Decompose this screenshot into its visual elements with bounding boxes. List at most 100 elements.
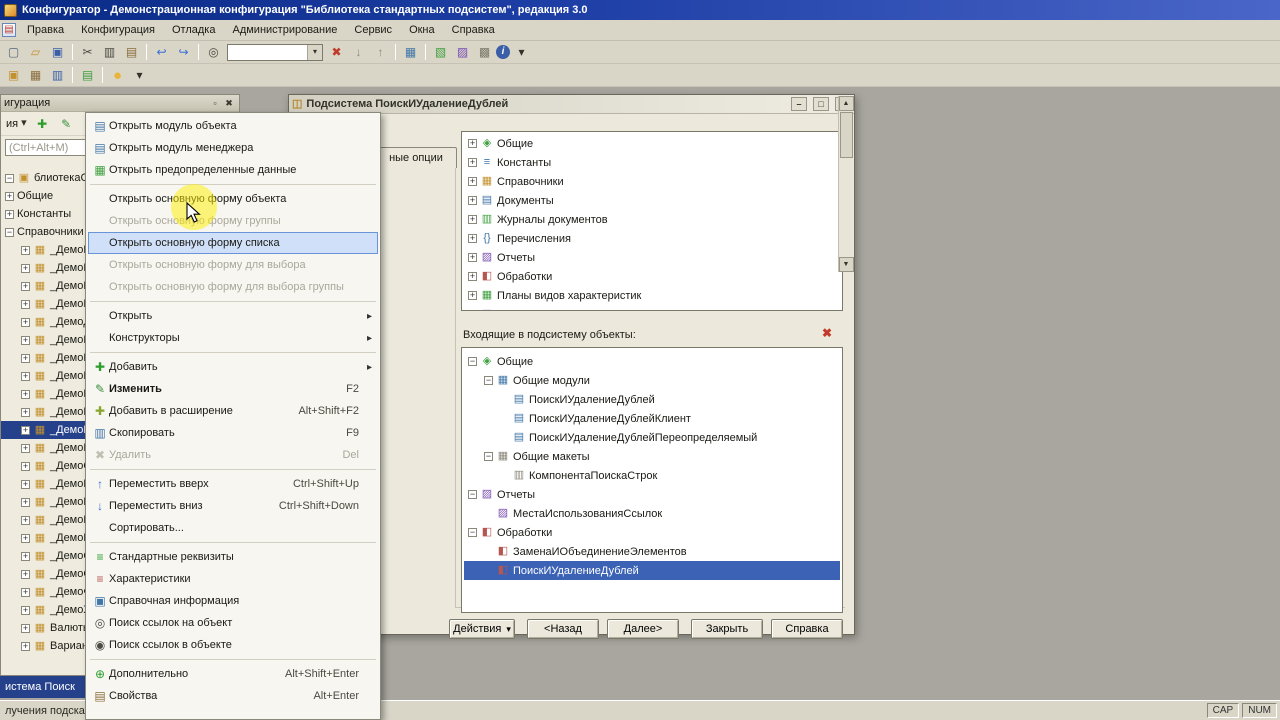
paste-icon[interactable]: ▤ [121, 43, 142, 62]
configuration-panel-header[interactable]: игурация ▫ ✖ [1, 95, 239, 112]
expander-icon[interactable]: + [21, 263, 30, 273]
menu-bar-item[interactable]: Отладка [164, 22, 223, 38]
save-icon[interactable]: ▣ [47, 43, 68, 62]
menu-bar-item[interactable]: Сервис [346, 22, 400, 38]
menu-item[interactable]: ✚ Добавить в расширение Alt+Shift+F2 [88, 400, 378, 422]
tree-row[interactable]: − ◈ Общие [464, 352, 840, 371]
menu-bar-item[interactable]: Справка [444, 22, 503, 38]
dialog-button[interactable]: Действия [449, 619, 515, 639]
panel-close-button[interactable]: ✖ [222, 97, 236, 110]
menu-item[interactable]: ▤ Открыть модуль менеджера [88, 137, 378, 159]
combo-caret-icon[interactable]: ▾ [307, 44, 322, 60]
menu-item[interactable]: ↑ Переместить вверх Ctrl+Shift+Up [88, 473, 378, 495]
panel-pin-button[interactable]: ▫ [208, 97, 222, 110]
expander-icon[interactable]: + [21, 623, 30, 633]
find-icon[interactable]: ◎ [203, 43, 224, 62]
expander-icon[interactable]: − [5, 173, 14, 183]
menu-item[interactable]: ≡ Стандартные реквизиты [88, 546, 378, 568]
expander-icon[interactable]: + [468, 253, 477, 262]
expander-icon[interactable]: − [468, 357, 477, 366]
menu-item[interactable]: Сортировать... [88, 517, 378, 539]
expander-icon[interactable]: + [21, 641, 30, 651]
expander-icon[interactable]: + [21, 605, 30, 615]
menu-item[interactable]: ▦ Открыть предопределенные данные [88, 159, 378, 181]
tree-row[interactable]: + ◧ Обработки [464, 267, 824, 286]
open-file-icon[interactable]: ▱ [25, 43, 46, 62]
expander-icon[interactable]: − [5, 227, 14, 237]
compare-configuration-icon[interactable]: ▥ [47, 66, 68, 85]
expander-icon[interactable]: + [21, 407, 30, 417]
new-file-icon[interactable]: ▢ [3, 43, 24, 62]
dialog-button[interactable]: <Назад [527, 619, 599, 639]
expander-icon[interactable]: + [468, 158, 477, 167]
tree-row[interactable]: − ◧ Обработки [464, 523, 840, 542]
menu-item[interactable]: ▤ Свойства Alt+Enter [88, 685, 378, 707]
menu-item[interactable]: ▤ Открыть модуль объекта [88, 115, 378, 137]
scroll-up-button[interactable]: ▲ [838, 96, 854, 111]
menu-item[interactable]: Открыть основную форму для выбора [88, 254, 378, 276]
scrollbar-thumb[interactable] [839, 112, 853, 158]
menu-item[interactable]: ✚ Добавить [88, 356, 378, 378]
expander-icon[interactable]: − [468, 528, 477, 537]
menu-bar-item[interactable]: Правка [19, 22, 72, 38]
expander-icon[interactable]: + [468, 215, 477, 224]
tree-row[interactable]: + {} Перечисления [464, 229, 824, 248]
tree-row[interactable]: ▤ ПоискИУдалениеДублейПереопределяемый [464, 428, 840, 447]
metadata-tree-scrollbar[interactable]: ▲ ▼ [838, 96, 854, 272]
expander-icon[interactable]: + [21, 551, 30, 561]
expander-icon[interactable]: + [468, 139, 477, 148]
expander-icon[interactable]: + [5, 209, 14, 219]
edit-object-button[interactable]: ✎ [56, 114, 77, 133]
tree-row[interactable]: − ▦ Общие модули [464, 371, 840, 390]
tree-row[interactable]: + ▤ Документы [464, 191, 824, 210]
tree-row[interactable]: ▨ МестаИспользованияСсылок [464, 504, 840, 523]
tree-row[interactable]: + ▦ Планы видов характеристик [464, 286, 824, 305]
expander-icon[interactable]: + [21, 299, 30, 309]
redo-icon[interactable]: ↪ [173, 43, 194, 62]
tree-row[interactable]: + ▨ Отчеты [464, 248, 824, 267]
menu-item[interactable]: Открыть основную форму для выбора группы [88, 276, 378, 298]
expander-icon[interactable]: + [21, 497, 30, 507]
remove-from-subsystem-button[interactable]: ✖ [819, 325, 835, 341]
expander-icon[interactable]: + [21, 443, 30, 453]
expander-icon[interactable]: + [21, 533, 30, 543]
copy-icon[interactable]: ▥ [99, 43, 120, 62]
menu-item[interactable]: ↓ Переместить вниз Ctrl+Shift+Down [88, 495, 378, 517]
menu-item[interactable]: Конструкторы [88, 327, 378, 349]
find-next-icon[interactable]: ↓ [348, 43, 369, 62]
menu-item[interactable]: ◎ Поиск ссылок на объект [88, 612, 378, 634]
scroll-down-button[interactable]: ▼ [838, 257, 854, 272]
show-navigation-icon[interactable]: ▦ [400, 43, 421, 62]
menu-item[interactable]: ▣ Справочная информация [88, 590, 378, 612]
expander-icon[interactable]: + [468, 291, 477, 300]
expander-icon[interactable]: + [21, 353, 30, 363]
expander-icon[interactable]: + [470, 310, 475, 311]
menu-item[interactable]: ▥ Скопировать F9 [88, 422, 378, 444]
expander-icon[interactable]: + [21, 461, 30, 471]
enterprise-dropdown-icon[interactable]: ▾ [129, 66, 150, 85]
expander-icon[interactable]: + [21, 569, 30, 579]
expander-icon[interactable]: + [21, 389, 30, 399]
tree-row[interactable]: + ◈ Общие [464, 134, 824, 153]
templates-icon[interactable]: ▨ [452, 43, 473, 62]
expander-icon[interactable]: + [21, 587, 30, 597]
tree-row[interactable]: − ▨ Отчеты [464, 485, 840, 504]
tree-row[interactable]: ◧ ПоискИУдалениеДублей [464, 561, 840, 580]
expander-icon[interactable]: + [21, 245, 30, 255]
tree-row[interactable]: ▤ ПоискИУдалениеДублей [464, 390, 840, 409]
expander-icon[interactable]: + [21, 479, 30, 489]
expander-icon[interactable]: + [21, 425, 30, 435]
find-combobox[interactable]: ▾ [227, 43, 323, 61]
menu-item[interactable]: ✎ Изменить F2 [88, 378, 378, 400]
tree-row[interactable]: + ▦ [464, 305, 824, 311]
cut-icon[interactable]: ✂ [77, 43, 98, 62]
undo-icon[interactable]: ↩ [151, 43, 172, 62]
calculator-icon[interactable]: ▩ [474, 43, 495, 62]
expander-icon[interactable]: − [484, 376, 493, 385]
expander-icon[interactable]: + [468, 177, 477, 186]
menu-item[interactable]: Открыть основную форму группы [88, 210, 378, 232]
tree-row[interactable]: − ▦ Общие макеты [464, 447, 840, 466]
find-previous-icon[interactable]: ↑ [370, 43, 391, 62]
tree-row[interactable]: ▥ КомпонентаПоискаСтрок [464, 466, 840, 485]
expander-icon[interactable]: + [21, 317, 30, 327]
